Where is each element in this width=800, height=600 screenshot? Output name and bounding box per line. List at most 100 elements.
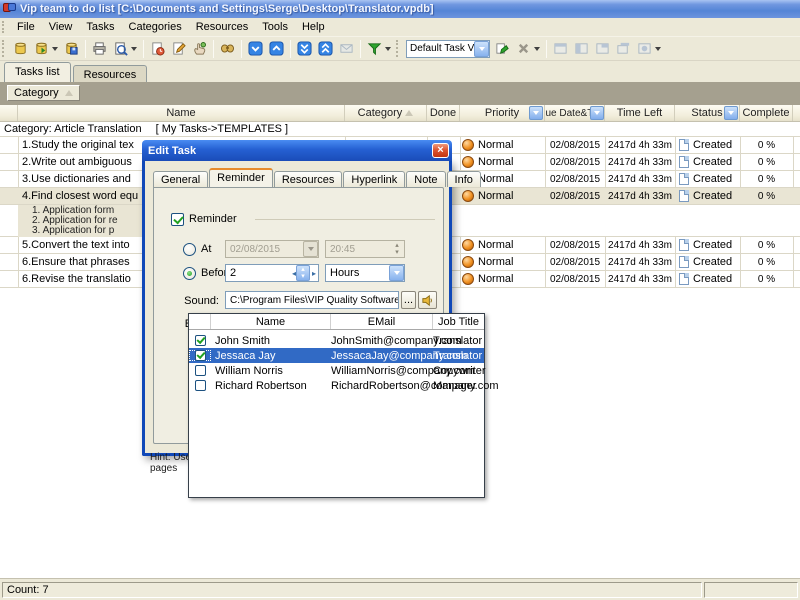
clear-filter-dropdown-icon[interactable] bbox=[534, 47, 540, 51]
email-contacts-dropdown: Name EMail Job Title John Smith JohnSmit… bbox=[188, 313, 485, 498]
time-left-value: 2417d 4h 33m bbox=[605, 137, 675, 153]
contacts-header-name[interactable]: Name bbox=[211, 314, 331, 329]
header-tree-column[interactable] bbox=[0, 105, 18, 121]
contact-checkbox-checked[interactable] bbox=[195, 335, 206, 346]
find-icon[interactable] bbox=[217, 39, 238, 59]
at-radio[interactable] bbox=[183, 243, 196, 256]
tab-tasks-list[interactable]: Tasks list bbox=[4, 62, 71, 82]
open-database-icon[interactable] bbox=[31, 39, 52, 59]
contacts-header-email[interactable]: EMail bbox=[331, 314, 433, 329]
filter-dropdown-icon[interactable] bbox=[385, 47, 391, 51]
menu-tools[interactable]: Tools bbox=[255, 19, 295, 35]
before-unit-combo[interactable]: Hours bbox=[325, 264, 405, 282]
due-date-value: 02/08/2015 bbox=[545, 237, 605, 253]
new-database-icon[interactable] bbox=[10, 39, 31, 59]
save-database-icon[interactable] bbox=[61, 39, 82, 59]
tab-resources[interactable]: Resources bbox=[73, 65, 148, 82]
print-preview-dropdown-icon[interactable] bbox=[131, 47, 137, 51]
view-option-5-icon[interactable] bbox=[634, 39, 655, 59]
due-date-filter-icon[interactable] bbox=[590, 106, 604, 120]
contacts-header-job[interactable]: Job Title bbox=[433, 314, 484, 329]
view-options-dropdown-icon[interactable] bbox=[655, 47, 661, 51]
before-unit-dropdown-icon[interactable] bbox=[389, 265, 404, 281]
open-database-dropdown-icon[interactable] bbox=[52, 47, 58, 51]
contact-checkbox-unchecked[interactable] bbox=[195, 365, 206, 376]
sound-path-field[interactable]: C:\Program Files\VIP Quality Software\VI… bbox=[225, 291, 399, 309]
move-task-icon[interactable] bbox=[189, 39, 210, 59]
browse-sound-label: ... bbox=[404, 294, 413, 306]
priority-value: Normal bbox=[478, 190, 513, 202]
contact-row-john-smith[interactable]: John Smith JohnSmith@company.com Transla… bbox=[189, 333, 484, 348]
contact-email: JessacaJay@company.com bbox=[331, 350, 433, 362]
contact-job: Translator bbox=[433, 335, 484, 347]
menu-resources[interactable]: Resources bbox=[189, 19, 256, 35]
browse-sound-button[interactable]: ... bbox=[401, 291, 416, 309]
category-band-row[interactable]: Category: Article Translation [ My Tasks… bbox=[0, 122, 800, 137]
move-to-top-icon[interactable] bbox=[315, 39, 336, 59]
contact-checkbox-unchecked[interactable] bbox=[195, 380, 206, 391]
print-icon[interactable] bbox=[89, 39, 110, 59]
before-radio[interactable] bbox=[183, 267, 196, 280]
task-view-combo-arrow-icon[interactable] bbox=[474, 41, 489, 57]
view-option-2-icon[interactable] bbox=[571, 39, 592, 59]
contact-row-william-norris[interactable]: William Norris WilliamNorris@company.com… bbox=[189, 363, 484, 378]
tab-general[interactable]: General bbox=[153, 171, 208, 187]
menu-view[interactable]: View bbox=[42, 19, 80, 35]
print-preview-icon[interactable] bbox=[110, 39, 131, 59]
tab-reminder[interactable]: Reminder bbox=[209, 168, 273, 187]
filter-icon[interactable] bbox=[364, 39, 385, 59]
at-radio-row: At bbox=[183, 240, 211, 258]
move-down-icon[interactable] bbox=[245, 39, 266, 59]
header-name[interactable]: Name bbox=[18, 105, 345, 121]
priority-filter-icon[interactable] bbox=[529, 106, 543, 120]
at-time-spinner[interactable]: 20:45 ▴▾ bbox=[325, 240, 405, 258]
view-option-3-icon[interactable] bbox=[592, 39, 613, 59]
before-right-arrow-icon[interactable]: ▸ bbox=[312, 269, 316, 278]
task-view-combo[interactable]: Default Task V bbox=[406, 40, 490, 58]
move-to-bottom-icon[interactable] bbox=[294, 39, 315, 59]
contact-row-jessaca-jay-selected[interactable]: Jessaca Jay JessacaJay@company.com Trans… bbox=[189, 348, 484, 363]
priority-value: Normal bbox=[478, 256, 513, 268]
contacts-header-row: Name EMail Job Title bbox=[189, 314, 484, 330]
before-value-editor[interactable]: 2 ◂ ▴▾ ▸ bbox=[225, 264, 319, 282]
before-spin-icons[interactable]: ▴▾ bbox=[296, 265, 310, 281]
header-done[interactable]: Done bbox=[427, 105, 460, 121]
reminder-checkbox[interactable] bbox=[171, 213, 184, 226]
contact-job: Manager bbox=[433, 380, 484, 392]
status-value: Created bbox=[693, 156, 732, 168]
group-by-category-chip[interactable]: Category bbox=[7, 85, 80, 101]
time-left-value: 2417d 4h 33m bbox=[605, 237, 675, 253]
play-sound-button[interactable] bbox=[418, 291, 437, 309]
menu-categories[interactable]: Categories bbox=[122, 19, 189, 35]
status-filter-icon[interactable] bbox=[724, 106, 738, 120]
contact-name: William Norris bbox=[211, 365, 331, 377]
edit-task-icon[interactable] bbox=[168, 39, 189, 59]
tab-hyperlink[interactable]: Hyperlink bbox=[343, 171, 405, 187]
dialog-title-bar[interactable]: Edit Task × bbox=[142, 140, 452, 161]
view-option-1-icon[interactable] bbox=[550, 39, 571, 59]
tab-note[interactable]: Note bbox=[406, 171, 445, 187]
menu-help[interactable]: Help bbox=[295, 19, 332, 35]
reminder-checkbox-label: Reminder bbox=[189, 213, 237, 225]
new-task-icon[interactable] bbox=[147, 39, 168, 59]
menu-file[interactable]: File bbox=[10, 19, 42, 35]
tab-info[interactable]: Info bbox=[447, 171, 481, 187]
header-complete[interactable]: Complete bbox=[740, 105, 793, 121]
tab-resources-dialog[interactable]: Resources bbox=[274, 171, 343, 187]
contact-name: Jessaca Jay bbox=[211, 350, 331, 362]
header-time-left[interactable]: Time Left bbox=[605, 105, 675, 121]
view-option-4-icon[interactable] bbox=[613, 39, 634, 59]
menu-tasks[interactable]: Tasks bbox=[79, 19, 121, 35]
at-date-dropdown-icon[interactable] bbox=[303, 241, 318, 257]
contact-row-richard-robertson[interactable]: Richard Robertson RichardRobertson@compa… bbox=[189, 378, 484, 393]
move-up-icon[interactable] bbox=[266, 39, 287, 59]
contact-checkbox-checked[interactable] bbox=[195, 350, 206, 361]
at-time-spin-icons[interactable]: ▴▾ bbox=[390, 241, 404, 257]
at-date-combo[interactable]: 02/08/2015 bbox=[225, 240, 319, 258]
close-icon[interactable]: × bbox=[432, 143, 449, 158]
send-task-icon[interactable] bbox=[336, 39, 357, 59]
clear-filter-icon[interactable] bbox=[513, 39, 534, 59]
status-created-icon bbox=[679, 173, 689, 185]
header-category[interactable]: Category bbox=[345, 105, 427, 121]
apply-task-view-icon[interactable] bbox=[492, 39, 513, 59]
